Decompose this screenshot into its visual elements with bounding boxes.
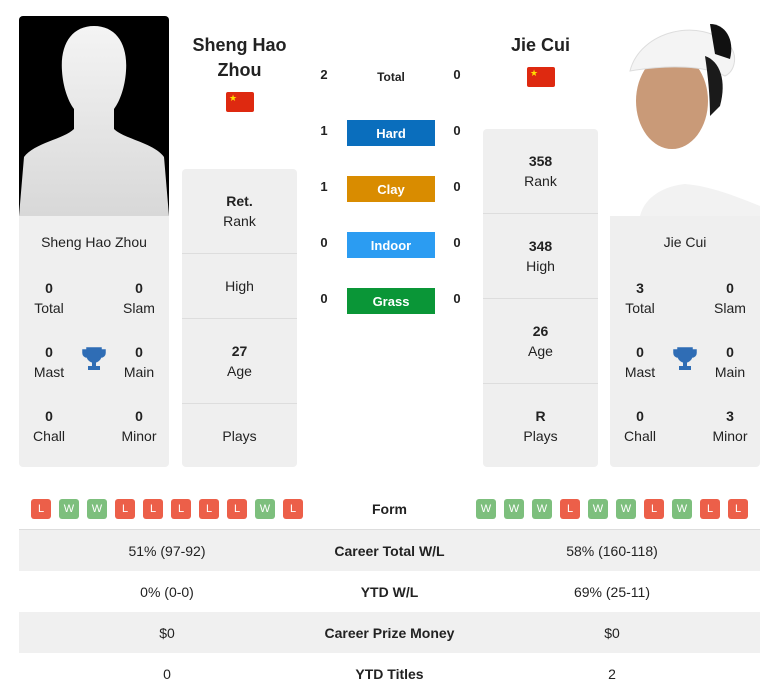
form-row: LWWLLLLLWL Form WWWLWWLWLL: [19, 489, 760, 530]
h2h-total-label: Total: [377, 70, 405, 84]
player1-age: 27 Age: [182, 319, 297, 404]
form-badge[interactable]: W: [87, 499, 107, 519]
h2h-indoor-p2: 0: [453, 235, 461, 250]
surface-hard: Hard: [347, 120, 435, 146]
surface-grass: Grass: [347, 288, 435, 314]
form-label: Form: [372, 501, 407, 517]
form-badge[interactable]: L: [31, 499, 51, 519]
player1-plays: Plays: [222, 427, 257, 444]
player1-mast: 0 Mast: [33, 344, 65, 380]
player2-mast: 0 Mast: [624, 344, 656, 380]
form-badge[interactable]: W: [532, 499, 552, 519]
h2h-grass-p2: 0: [453, 291, 461, 306]
form-badge[interactable]: L: [644, 499, 664, 519]
china-flag-icon: ★: [527, 67, 555, 87]
h2h-total-p1: 2: [320, 67, 328, 82]
player2-card: Jie Cui 3 Total 0 Slam 0 Mast 0 Main 0 Chall …: [610, 216, 760, 467]
h2h-hard-p1: 1: [320, 123, 328, 138]
player2-chall: 0 Chall: [624, 408, 656, 444]
player1-photo: [19, 16, 169, 216]
form-badge[interactable]: W: [588, 499, 608, 519]
player2-slam: 0 Slam: [714, 280, 746, 316]
player2-minor: 3 Minor: [712, 408, 748, 444]
form-badge[interactable]: W: [59, 499, 79, 519]
china-flag-icon: ★: [226, 92, 254, 112]
table-row: 0 YTD Titles 2: [163, 665, 616, 682]
form-badge[interactable]: L: [143, 499, 163, 519]
h2h-grass-p1: 0: [320, 291, 328, 306]
player1-card: Sheng Hao Zhou 0 Total 0 Slam 0 Mast 0 Main …: [19, 216, 169, 467]
form-badge[interactable]: W: [255, 499, 275, 519]
player1-minor: 0 Minor: [121, 408, 157, 444]
surface-clay: Clay: [347, 176, 435, 202]
trophy-icon: [82, 347, 106, 370]
player2-main: 0 Main: [714, 344, 746, 380]
player2-info-card: 358 Rank 348 High 26 Age R Plays: [483, 129, 598, 467]
form-badge[interactable]: W: [504, 499, 524, 519]
surface-indoor: Indoor: [347, 232, 435, 258]
player2-form: WWWLWWLWLL: [464, 499, 760, 519]
form-badge[interactable]: L: [199, 499, 219, 519]
table-row: 0% (0-0) YTD W/L 69% (25-11): [140, 583, 650, 600]
form-badge[interactable]: L: [700, 499, 720, 519]
form-badge[interactable]: L: [728, 499, 748, 519]
form-badge[interactable]: W: [616, 499, 636, 519]
table-row: $0 Career Prize Money $0: [19, 612, 760, 653]
player2-plays: R Plays: [523, 407, 558, 444]
form-badge[interactable]: L: [115, 499, 135, 519]
player1-total: 0 Total: [34, 280, 64, 316]
player1-rank: Ret. Rank: [182, 169, 297, 254]
h2h-indoor-p1: 0: [320, 235, 328, 250]
form-badge[interactable]: L: [171, 499, 191, 519]
player1-high: High: [182, 254, 297, 319]
h2h-clay-p2: 0: [453, 179, 461, 194]
player2-high: 348 High: [483, 214, 598, 299]
player2-photo: [610, 16, 760, 216]
player1-info-card: Ret. Rank High 27 Age Plays: [182, 169, 297, 467]
player1-main: 0 Main: [123, 344, 155, 380]
player2-name: Jie Cui: [663, 234, 707, 250]
player1-heading[interactable]: Sheng Hao Zhou: [182, 33, 297, 83]
form-badge[interactable]: W: [672, 499, 692, 519]
player1-name: Sheng Hao Zhou: [41, 234, 147, 250]
h2h-total-p2: 0: [453, 67, 461, 82]
form-badge[interactable]: W: [476, 499, 496, 519]
player2-rank: 358 Rank: [483, 129, 598, 214]
h2h-clay-p1: 1: [320, 179, 328, 194]
table-row: 51% (97-92) Career Total W/L 58% (160-118): [19, 530, 760, 571]
form-badge[interactable]: L: [227, 499, 247, 519]
h2h-hard-p2: 0: [453, 123, 461, 138]
player1-slam: 0 Slam: [123, 280, 155, 316]
player2-age: 26 Age: [483, 299, 598, 384]
player2-total: 3 Total: [625, 280, 655, 316]
trophy-icon: [673, 347, 697, 370]
form-badge[interactable]: L: [283, 499, 303, 519]
form-badge[interactable]: L: [560, 499, 580, 519]
player1-form: LWWLLLLLWL: [19, 499, 315, 519]
player2-heading[interactable]: Jie Cui: [483, 33, 598, 58]
player1-chall: 0 Chall: [33, 408, 65, 444]
